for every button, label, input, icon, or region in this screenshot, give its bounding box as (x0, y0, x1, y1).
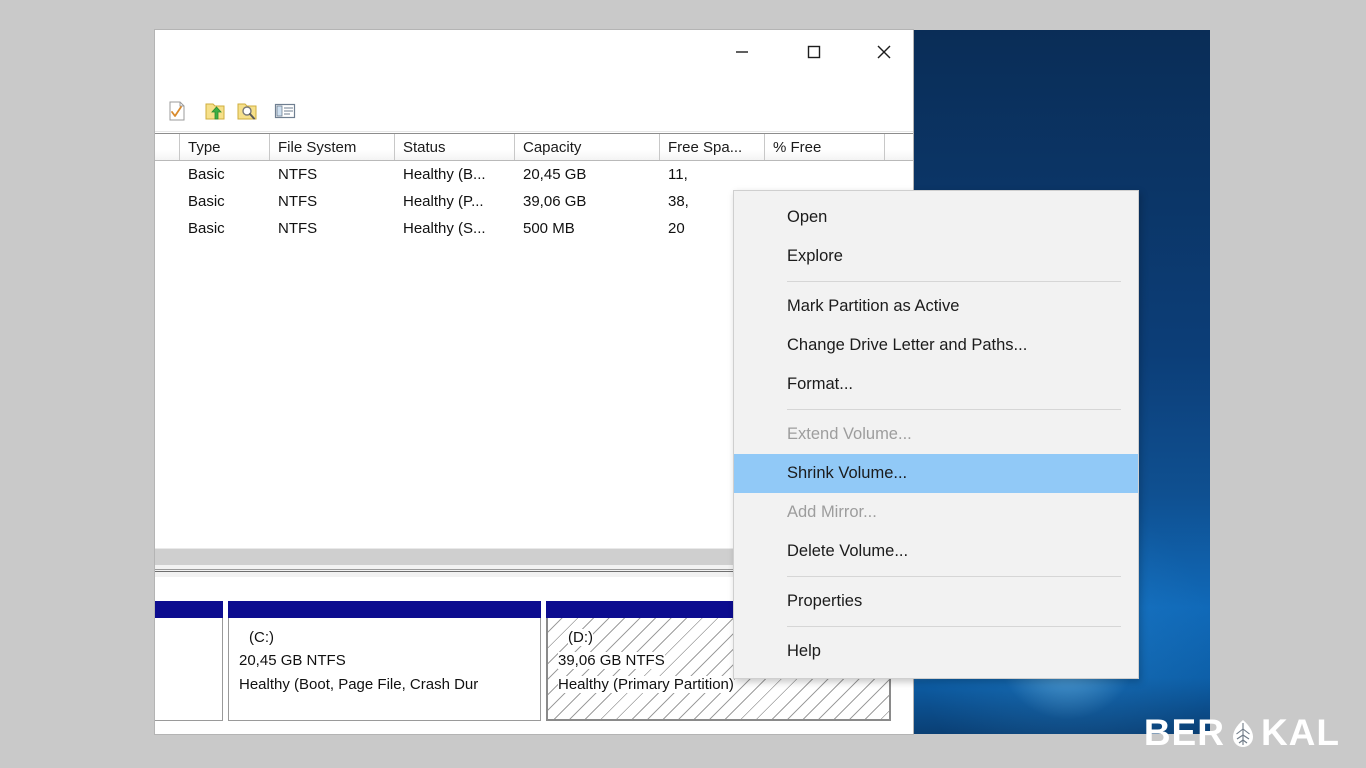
cell-type: Basic (188, 220, 225, 237)
watermark-text-before: BER (1143, 712, 1225, 753)
column-header-type[interactable]: Type (180, 134, 270, 160)
window-titlebar[interactable] (155, 30, 913, 91)
cell-type: Basic (188, 166, 225, 183)
toolbar (155, 90, 913, 132)
volume-list-header: Type File System Status Capacity Free Sp… (155, 133, 913, 161)
menu-item-format[interactable]: Format... (734, 365, 1138, 404)
volume-context-menu: Open Explore Mark Partition as Active Ch… (733, 190, 1139, 679)
close-button[interactable] (861, 30, 907, 74)
partition-c[interactable]: (C:) 20,45 GB NTFS Healthy (Boot, Page F… (228, 601, 541, 721)
menu-item-explore[interactable]: Explore (734, 237, 1138, 276)
partition-bar (155, 601, 223, 618)
cell-type: Basic (188, 193, 225, 210)
cell-file-system: NTFS (278, 193, 318, 210)
berakal-watermark: BER KAL (1144, 712, 1340, 754)
partition-status: Healthy (Primary Partition) (558, 675, 734, 693)
partition-bar (228, 601, 541, 618)
folder-search-icon[interactable] (233, 97, 261, 125)
menu-separator-2 (787, 409, 1121, 410)
menu-item-delete-volume[interactable]: Delete Volume... (734, 532, 1138, 571)
menu-item-help[interactable]: Help (734, 632, 1138, 671)
cell-capacity: 39,06 GB (523, 193, 587, 210)
menu-item-open[interactable]: Open (734, 198, 1138, 237)
maximize-icon (807, 45, 821, 59)
partition-body: (C:) 20,45 GB NTFS Healthy (Boot, Page F… (228, 618, 541, 721)
partition-status: Healthy (Boot, Page File, Crash Dur (239, 675, 479, 693)
menu-item-properties[interactable]: Properties (734, 582, 1138, 621)
menu-separator-1 (787, 281, 1121, 282)
column-header-free-space[interactable]: Free Spa... (660, 134, 765, 160)
cell-free-space: 11, (668, 166, 688, 183)
minimize-icon (735, 45, 749, 59)
partition-reserved[interactable]: ved m, Act (155, 601, 223, 721)
list-details-icon[interactable] (271, 97, 299, 125)
cell-capacity: 500 MB (523, 220, 575, 237)
menu-item-mark-partition-as-active[interactable]: Mark Partition as Active (734, 287, 1138, 326)
partition-body: ved m, Act (155, 618, 223, 721)
column-header-icon[interactable] (155, 134, 180, 160)
minimize-button[interactable] (719, 30, 765, 74)
column-header-capacity[interactable]: Capacity (515, 134, 660, 160)
partition-label: (D:) (568, 629, 593, 646)
folder-up-icon[interactable] (201, 97, 229, 125)
menu-item-shrink-volume[interactable]: Shrink Volume... (734, 454, 1138, 493)
cell-capacity: 20,45 GB (523, 166, 587, 183)
maximize-button[interactable] (791, 30, 837, 74)
cell-file-system: NTFS (278, 166, 318, 183)
partition-size: 39,06 GB NTFS (558, 652, 665, 670)
menu-separator-4 (787, 626, 1121, 627)
column-header-status[interactable]: Status (395, 134, 515, 160)
partition-label: (C:) (249, 629, 274, 646)
properties-page-icon[interactable] (163, 97, 191, 125)
cell-file-system: NTFS (278, 220, 318, 237)
cell-status: Healthy (S... (403, 220, 486, 237)
cell-status: Healthy (B... (403, 166, 486, 183)
table-row[interactable]: Basic NTFS Healthy (B... 20,45 GB 11, (155, 161, 913, 188)
menu-separator-3 (787, 576, 1121, 577)
column-header-percent-free[interactable]: % Free (765, 134, 885, 160)
leaf-shield-icon (1226, 716, 1260, 750)
cell-status: Healthy (P... (403, 193, 484, 210)
close-icon (876, 44, 892, 60)
column-header-file-system[interactable]: File System (270, 134, 395, 160)
menu-item-change-drive-letter-and-paths[interactable]: Change Drive Letter and Paths... (734, 326, 1138, 365)
partition-size: 20,45 GB NTFS (239, 652, 346, 670)
menu-item-extend-volume: Extend Volume... (787, 425, 912, 443)
watermark-text-after: KAL (1260, 712, 1340, 753)
menu-item-add-mirror: Add Mirror... (787, 503, 877, 521)
